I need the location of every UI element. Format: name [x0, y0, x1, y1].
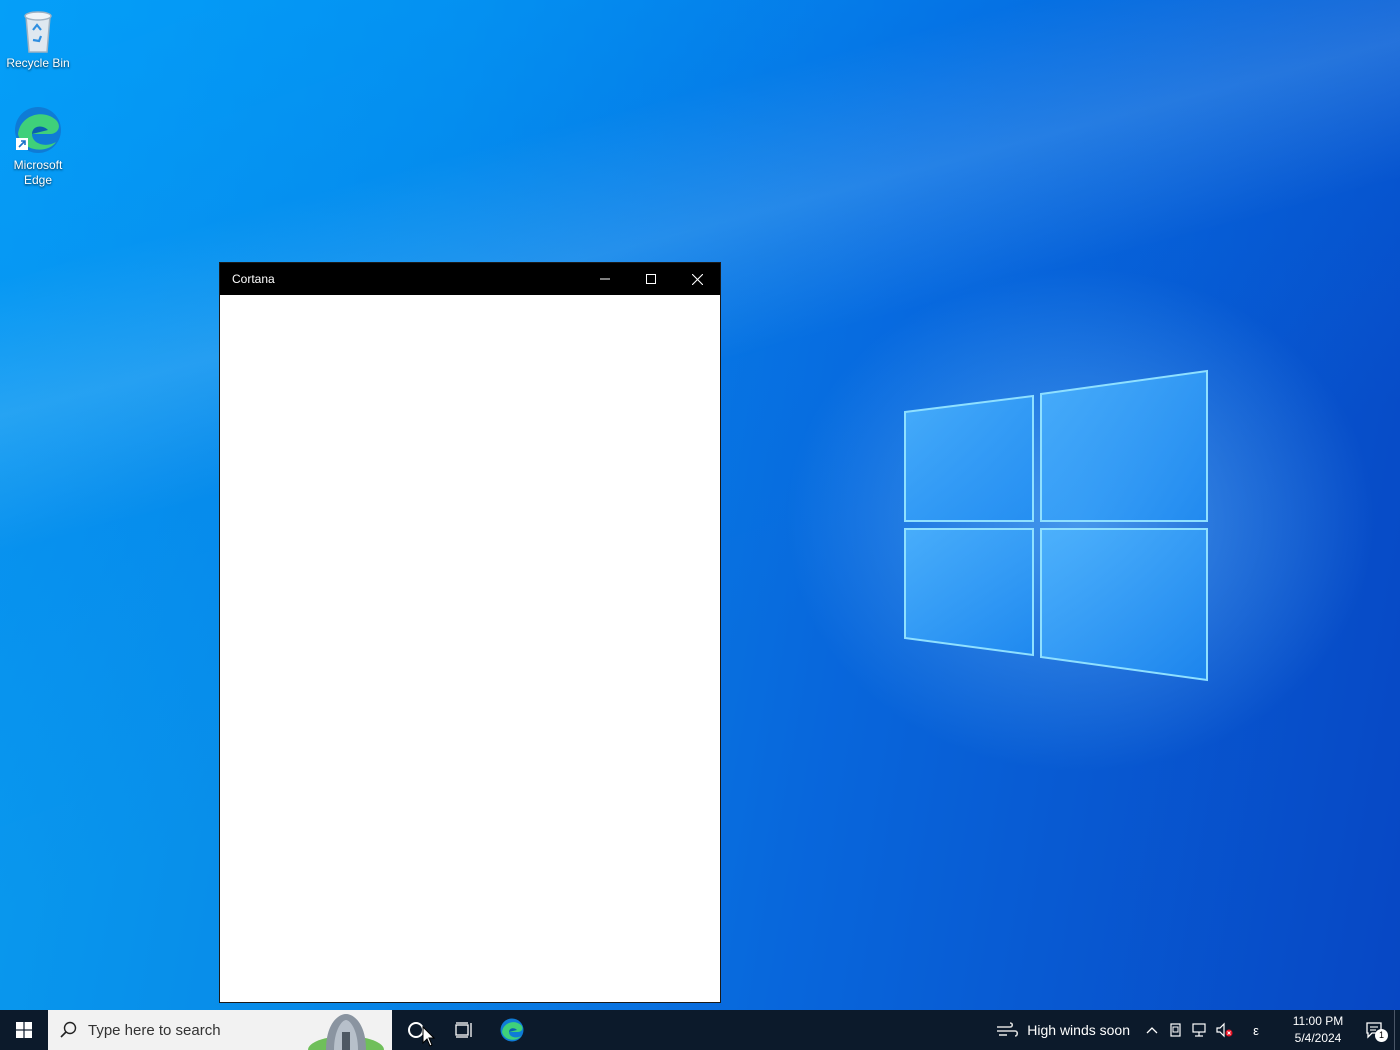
start-button[interactable] [0, 1010, 48, 1050]
desktop-icon-microsoft-edge[interactable]: Microsoft Edge [0, 104, 76, 188]
clock-time: 11:00 PM [1292, 1014, 1344, 1028]
maximize-button[interactable] [628, 263, 674, 295]
clock-date: 5/4/2024 [1294, 1031, 1342, 1045]
network-icon [1192, 1023, 1206, 1037]
edge-label: Microsoft Edge [13, 158, 63, 187]
title-bar[interactable]: Cortana [220, 263, 720, 295]
taskbar-edge-button[interactable] [488, 1010, 536, 1050]
show-hidden-icons-button[interactable] [1140, 1010, 1164, 1050]
taskbar-search-box[interactable]: Type here to search [48, 1010, 392, 1050]
meet-now-button[interactable] [1164, 1010, 1188, 1050]
edge-icon [15, 107, 61, 153]
weather-text: High winds soon [1027, 1022, 1130, 1038]
search-placeholder: Type here to search [88, 1021, 221, 1039]
close-icon [691, 273, 703, 285]
recycle-bin-label: Recycle Bin [6, 56, 70, 70]
search-icon [60, 1021, 77, 1038]
recycle-bin-icon [24, 11, 52, 53]
weather-widget[interactable]: High winds soon [995, 1021, 1140, 1039]
chevron-up-icon [1146, 1027, 1158, 1034]
ime-indicator-text: ε [1253, 1022, 1259, 1038]
taskbar: Type here to search High winds soon ε 11… [0, 1010, 1400, 1050]
windows-start-icon [16, 1022, 32, 1038]
volume-muted-icon [1216, 1022, 1233, 1038]
show-desktop-button[interactable] [1394, 1010, 1400, 1050]
wind-icon [997, 1022, 1019, 1037]
mouse-cursor-icon [422, 1026, 436, 1047]
desktop-icon-recycle-bin[interactable]: Recycle Bin [0, 8, 76, 71]
input-indicator[interactable]: ε [1236, 1010, 1276, 1050]
edge-icon [500, 1018, 524, 1042]
search-highlight-illustration [308, 1014, 384, 1050]
task-view-icon [455, 1022, 472, 1038]
clock[interactable]: 11:00 PM 5/4/2024 [1282, 1013, 1354, 1047]
network-button[interactable] [1188, 1010, 1212, 1050]
cortana-content-area[interactable] [220, 295, 720, 1002]
maximize-icon [646, 274, 656, 284]
window-title: Cortana [232, 272, 275, 286]
action-center-button[interactable]: 1 [1354, 1010, 1394, 1050]
close-button[interactable] [674, 263, 720, 295]
minimize-button[interactable] [582, 263, 628, 295]
minimize-icon [600, 278, 610, 280]
cortana-window: Cortana [219, 262, 721, 1003]
volume-button[interactable] [1212, 1010, 1236, 1050]
task-view-button[interactable] [440, 1010, 488, 1050]
notification-badge: 1 [1375, 1029, 1388, 1042]
device-icon [1170, 1023, 1181, 1037]
